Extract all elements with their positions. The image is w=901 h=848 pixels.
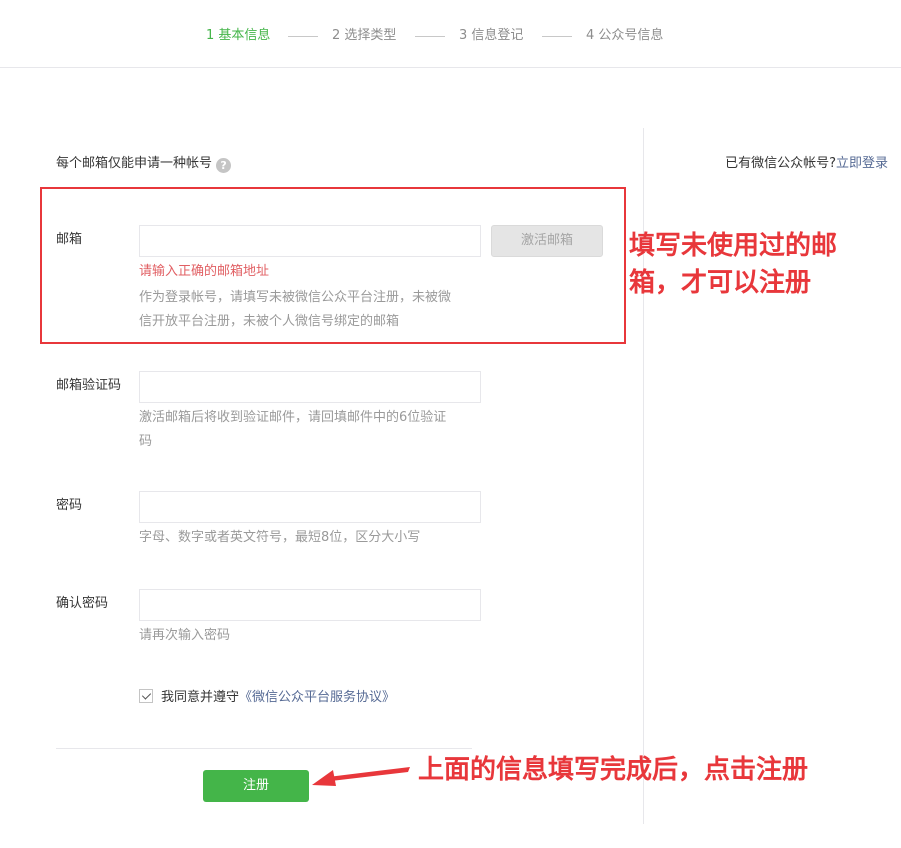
question-circle-icon[interactable]: ? (216, 158, 232, 173)
email-annotation: 填写未使用过的邮箱，才可以注册 (629, 231, 838, 298)
password-input[interactable] (139, 491, 481, 523)
step-select-type: 2 选择类型 (332, 28, 397, 43)
form-tip: 每个邮箱仅能申请一种帐号? (56, 155, 232, 173)
login-link[interactable]: 立即登录 (836, 156, 888, 171)
agreement-link[interactable]: 《微信公众平台服务协议》 (239, 690, 395, 705)
confirm-password-label: 确认密码 (56, 596, 109, 611)
verify-code-input[interactable] (139, 371, 481, 403)
form-tip-text: 每个邮箱仅能申请一种帐号 (56, 156, 213, 171)
agreement-row: 我同意并遵守《微信公众平台服务协议》 (139, 689, 395, 707)
confirm-password-description: 请再次输入密码 (139, 628, 231, 643)
step-info-registration: 3 信息登记 (459, 28, 524, 43)
password-label: 密码 (56, 498, 83, 513)
step-basic-info: 1 基本信息 (206, 28, 271, 43)
login-hint: 已有微信公众帐号?立即登录 (725, 155, 888, 173)
agreement-text: 我同意并遵守 (161, 690, 240, 705)
step-separator (415, 36, 445, 37)
verify-code-label: 邮箱验证码 (56, 378, 122, 393)
register-button[interactable]: 注册 (203, 770, 309, 802)
confirm-password-input[interactable] (139, 589, 481, 621)
step-separator (542, 36, 572, 37)
email-highlight-box (40, 187, 626, 344)
register-annotation: 上面的信息填写完成后，点击注册 (418, 755, 809, 785)
step-account-info: 4 公众号信息 (586, 28, 664, 43)
login-question: 已有微信公众帐号? (725, 156, 836, 171)
registration-stepper: 1 基本信息 2 选择类型 3 信息登记 4 公众号信息 (0, 0, 901, 68)
step-separator (288, 36, 318, 37)
form-divider (56, 748, 472, 749)
password-description: 字母、数字或者英文符号，最短8位，区分大小写 (139, 530, 421, 545)
agreement-checkbox[interactable] (139, 689, 153, 703)
verify-code-description: 激活邮箱后将收到验证邮件，请回填邮件中的6位验证码 (139, 410, 447, 449)
arrow-icon (312, 767, 410, 786)
